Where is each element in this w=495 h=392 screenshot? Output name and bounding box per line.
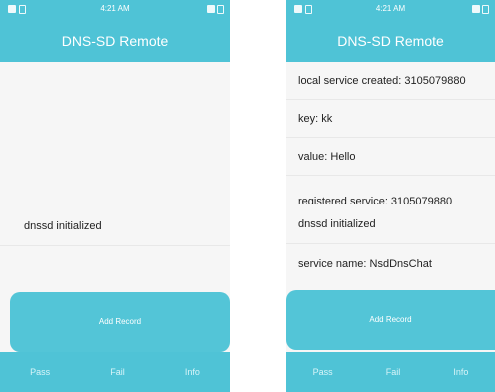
tab-fail[interactable]: Fail — [110, 367, 125, 377]
add-record-button[interactable]: Add Record — [10, 292, 230, 352]
status-time: 4:21 AM — [375, 4, 406, 13]
log-row: value: Hello — [286, 138, 495, 176]
log-row: dnssd initialized — [0, 206, 230, 246]
right-screen: 4:21 AM DNS-SD Remote local service crea… — [286, 0, 495, 392]
status-bar: 4:21 AM — [0, 0, 230, 22]
status-time: 4:21 AM — [100, 4, 130, 13]
sim-icon — [207, 5, 215, 13]
tab-fail[interactable]: Fail — [386, 367, 401, 377]
sim-icon — [472, 5, 480, 13]
left-screen: 4:21 AM DNS-SD Remote dnssd initialized … — [0, 0, 230, 392]
status-right-icons — [472, 5, 489, 14]
status-bar: 4:21 AM — [286, 0, 495, 22]
battery-icon — [217, 5, 224, 14]
battery-icon — [482, 5, 489, 14]
log-row: service name: NsdDnsChat — [298, 258, 432, 270]
bottom-tab-bar: Pass Fail Info — [0, 352, 230, 392]
log-row: local service created: 3105079880 — [286, 62, 495, 100]
app-title: DNS-SD Remote — [0, 22, 230, 62]
log-list: local service created: 3105079880 key: k… — [286, 62, 495, 290]
add-record-button[interactable]: Add Record — [286, 290, 495, 350]
tab-info[interactable]: Info — [453, 367, 468, 377]
bottom-tab-bar: Pass Fail Info — [286, 352, 495, 392]
tab-info[interactable]: Info — [185, 367, 200, 377]
log-row: dnssd initialized — [286, 204, 495, 244]
status-right-icons — [207, 5, 224, 14]
log-row: registered service: 3105079880 — [298, 196, 453, 204]
app-title: DNS-SD Remote — [286, 22, 495, 62]
log-row — [0, 246, 230, 286]
tab-pass[interactable]: Pass — [30, 367, 50, 377]
log-list: dnssd initialized — [0, 62, 230, 292]
tab-pass[interactable]: Pass — [313, 367, 333, 377]
log-row: key: kk — [286, 100, 495, 138]
